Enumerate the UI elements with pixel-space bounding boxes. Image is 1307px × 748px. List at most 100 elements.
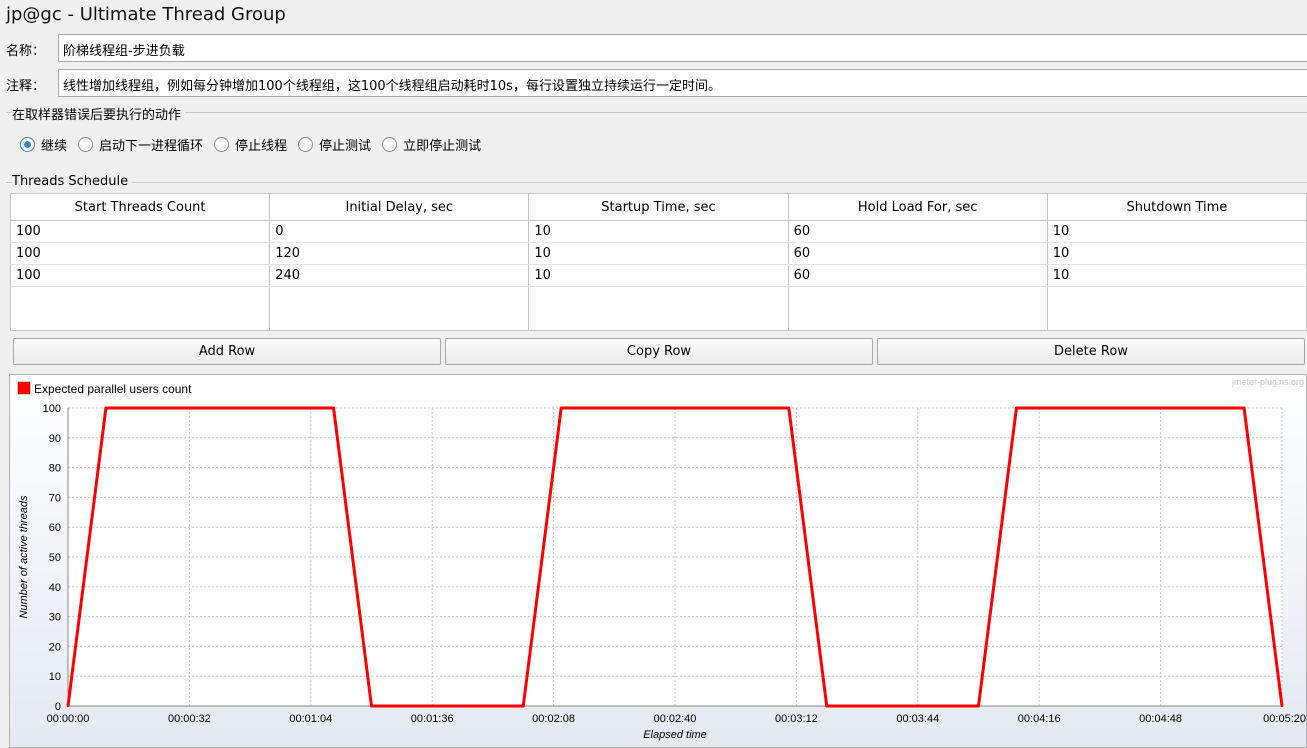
empty-cell <box>269 286 530 331</box>
y-tick-label: 40 <box>49 582 61 594</box>
radio-label: 启动下一进程循环 <box>99 138 204 154</box>
data-point <box>332 406 335 410</box>
expected-users-chart: 0 10 20 30 40 50 60 70 80 90 100 00:00:00 00:00:32 00… <box>9 374 1307 748</box>
table-cell[interactable]: 60 <box>787 242 1048 265</box>
comment-label: 注释： <box>6 79 46 94</box>
radio-label: 停止测试 <box>319 138 372 154</box>
table-cell[interactable]: 240 <box>269 264 530 287</box>
copy-row-button[interactable]: Copy Row <box>445 338 873 365</box>
table-row[interactable]: 100 0 10 60 10 <box>9 220 1307 243</box>
data-point <box>1280 704 1284 708</box>
table-empty-area <box>9 286 1307 331</box>
table-cell[interactable]: 10 <box>1046 264 1307 287</box>
y-axis-label: Number of active threads <box>18 495 30 618</box>
threads-schedule-table: Start Threads Count Initial Delay, sec S… <box>9 193 1307 331</box>
y-tick-label: 0 <box>55 701 61 713</box>
add-row-button[interactable]: Add Row <box>13 338 441 365</box>
data-point <box>522 704 525 708</box>
comment-row: 注释： 线性增加线程组，例如每分钟增加100个线程组，这100个线程组启动耗时1… <box>0 69 1307 97</box>
table-header-row: Start Threads Count Initial Delay, sec S… <box>9 193 1307 221</box>
data-point <box>1242 406 1246 410</box>
column-header[interactable]: Hold Load For, sec <box>787 193 1048 221</box>
radio-start-next-loop[interactable]: 启动下一进程循环 <box>78 135 203 154</box>
radio-continue[interactable]: 继续 <box>20 135 67 154</box>
on-error-group-border <box>6 112 1307 113</box>
y-tick-label: 10 <box>49 671 61 683</box>
empty-cell <box>1046 286 1307 331</box>
x-tick-label: 00:01:36 <box>411 713 454 725</box>
radio-label: 立即停止测试 <box>403 138 482 154</box>
on-error-group-title: 在取样器错误后要执行的动作 <box>12 104 186 123</box>
table-cell[interactable]: 10 <box>528 264 789 287</box>
table-cell[interactable]: 120 <box>269 242 530 265</box>
radio-button-icon[interactable] <box>214 136 230 152</box>
legend-swatch <box>17 381 31 395</box>
empty-cell <box>9 286 271 331</box>
y-tick-label: 60 <box>49 522 61 534</box>
data-point <box>825 704 828 708</box>
x-tick-label: 00:04:16 <box>1018 713 1061 725</box>
radio-stop-test-now[interactable]: 立即停止测试 <box>382 135 481 154</box>
table-cell[interactable]: 0 <box>269 220 530 243</box>
column-header[interactable]: Start Threads Count <box>9 193 271 221</box>
y-tick-label: 30 <box>49 612 61 624</box>
table-cell[interactable]: 100 <box>9 264 271 287</box>
schedule-group-title: Threads Schedule <box>12 174 133 189</box>
table-row[interactable]: 100 240 10 60 10 <box>9 264 1307 287</box>
data-point <box>559 406 563 410</box>
x-tick-label: 00:02:40 <box>654 713 697 725</box>
table-row[interactable]: 100 120 10 60 10 <box>9 242 1307 265</box>
x-tick-label: 00:03:44 <box>896 713 939 725</box>
chart-canvas: 0 10 20 30 40 50 60 70 80 90 100 00:00:00 00:00:32 00… <box>17 377 1306 741</box>
column-header[interactable]: Initial Delay, sec <box>269 193 530 221</box>
on-error-radio-group: 继续 启动下一进程循环 停止线程 停止测试 立即停止测试 <box>20 134 492 154</box>
table-cell[interactable]: 10 <box>1046 242 1307 265</box>
name-label: 名称： <box>6 44 46 59</box>
table-cell[interactable]: 100 <box>9 242 271 265</box>
table-cell[interactable]: 60 <box>787 264 1048 287</box>
y-tick-label: 70 <box>49 492 61 504</box>
radio-label: 停止线程 <box>235 138 288 154</box>
data-point <box>104 406 108 410</box>
data-point <box>370 704 373 708</box>
schedule-group-border <box>6 182 1307 183</box>
comment-input[interactable]: 线性增加线程组，例如每分钟增加100个线程组，这100个线程组启动耗时10s，每… <box>58 69 1307 97</box>
y-tick-label: 50 <box>49 552 61 564</box>
window-title: jp@gc - Ultimate Thread Group <box>6 4 286 25</box>
x-tick-label: 00:04:48 <box>1139 713 1182 725</box>
data-point <box>977 704 980 708</box>
y-tick-label: 20 <box>49 641 61 653</box>
legend-label: Expected parallel users count <box>34 382 192 396</box>
y-tick-label: 100 <box>43 403 61 415</box>
column-header[interactable]: Shutdown Time <box>1046 193 1307 221</box>
x-tick-label: 00:02:08 <box>532 713 575 725</box>
table-cell[interactable]: 10 <box>528 242 789 265</box>
table-cell[interactable]: 100 <box>9 220 271 243</box>
data-point <box>1015 406 1018 410</box>
empty-cell <box>528 286 789 331</box>
data-point <box>66 704 70 708</box>
radio-stop-thread[interactable]: 停止线程 <box>214 135 287 154</box>
y-tick-label: 80 <box>49 463 61 475</box>
x-tick-label: 00:00:32 <box>168 713 211 725</box>
name-row: 名称： 阶梯线程组-步进负载 <box>0 34 1307 62</box>
delete-row-button[interactable]: Delete Row <box>877 338 1305 365</box>
table-cell[interactable]: 60 <box>787 220 1048 243</box>
radio-stop-test[interactable]: 停止测试 <box>298 135 371 154</box>
table-cell[interactable]: 10 <box>528 220 789 243</box>
x-tick-label: 00:03:12 <box>775 713 818 725</box>
radio-button-icon[interactable] <box>78 136 94 152</box>
table-cell[interactable]: 10 <box>1046 220 1307 243</box>
empty-cell <box>787 286 1048 331</box>
column-header[interactable]: Startup Time, sec <box>528 193 789 221</box>
radio-button-icon[interactable] <box>382 136 398 152</box>
watermark: jmeter-plugins.org <box>1231 377 1304 387</box>
name-input[interactable]: 阶梯线程组-步进负载 <box>58 34 1307 62</box>
x-axis-label: Elapsed time <box>643 729 707 741</box>
radio-label: 继续 <box>41 138 68 154</box>
radio-button-icon[interactable] <box>298 136 314 152</box>
data-point <box>787 406 791 410</box>
y-tick-label: 90 <box>49 433 61 445</box>
x-tick-label: 00:00:00 <box>47 713 90 725</box>
radio-button-icon[interactable] <box>20 136 35 152</box>
